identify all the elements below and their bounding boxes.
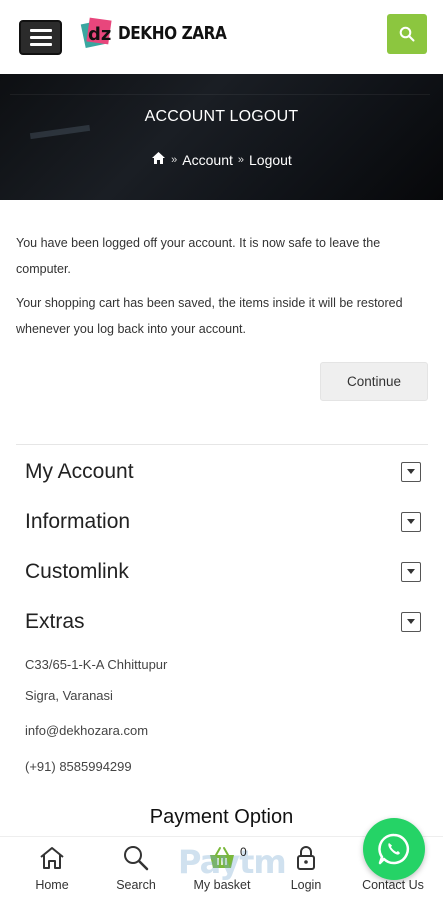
address-line: Sigra, Varanasi xyxy=(25,688,113,703)
chevron-down-icon[interactable] xyxy=(401,512,421,532)
header: dz DEKHO ZARA xyxy=(0,0,443,74)
chevron-down-icon[interactable] xyxy=(401,462,421,482)
nav-search[interactable]: Search xyxy=(101,843,171,892)
nav-label: Home xyxy=(35,878,69,892)
page-title: ACCOUNT LOGOUT xyxy=(144,108,299,125)
chevron-down-icon[interactable] xyxy=(401,562,421,582)
logo-mark-text: dz xyxy=(88,24,111,45)
cart-saved-text: Your shopping cart has been saved, the i… xyxy=(16,296,403,336)
chevron-down-icon[interactable] xyxy=(401,612,421,632)
accordion-label: Information xyxy=(25,510,131,533)
logout-text: You have been logged off your account. I… xyxy=(16,236,381,276)
email-link[interactable]: info@dekhozara.com xyxy=(25,723,148,738)
home-icon[interactable] xyxy=(151,151,166,168)
logout-message: You have been logged off your account. I… xyxy=(16,230,416,350)
breadcrumb-account[interactable]: Account xyxy=(182,152,233,168)
logo-text: DEKHO ZARA xyxy=(118,22,227,44)
accordion-extras[interactable]: Extras xyxy=(25,607,421,637)
breadcrumb: » Account » Logout xyxy=(0,151,443,168)
search-icon xyxy=(399,26,415,42)
menu-button[interactable] xyxy=(19,20,62,55)
chevron-right-icon: » xyxy=(171,153,178,166)
logo-mark-icon: dz xyxy=(80,16,114,50)
whatsapp-button[interactable] xyxy=(363,818,425,880)
accordion-information[interactable]: Information xyxy=(25,507,421,537)
accordion-label: Extras xyxy=(25,610,85,633)
search-button[interactable] xyxy=(387,14,427,54)
menu-icon-bar xyxy=(29,36,52,39)
paytm-logo: Paytm xyxy=(178,843,287,881)
accordion-my-account[interactable]: My Account xyxy=(25,457,421,487)
phone-link[interactable]: (+91) 8585994299 xyxy=(25,759,132,774)
breadcrumb-logout[interactable]: Logout xyxy=(249,152,292,168)
logo[interactable]: dz DEKHO ZARA xyxy=(80,12,246,54)
menu-icon-bar xyxy=(29,43,52,46)
nav-label: Contact Us xyxy=(362,878,424,892)
accordion-label: Customlink xyxy=(25,560,129,583)
menu-icon-bar xyxy=(29,29,52,32)
continue-button[interactable]: Continue xyxy=(320,362,428,401)
divider xyxy=(16,444,428,445)
accordion-label: My Account xyxy=(25,460,134,483)
whatsapp-icon xyxy=(378,833,410,865)
accordion-customlink[interactable]: Customlink xyxy=(25,557,421,587)
home-icon xyxy=(17,843,87,873)
page-banner: ACCOUNT LOGOUT » Account » Logout xyxy=(0,74,443,200)
chevron-right-icon: » xyxy=(237,153,244,166)
address-line: C33/65-1-K-A Chhittupur xyxy=(25,657,168,672)
nav-label: Search xyxy=(116,878,156,892)
search-icon xyxy=(101,843,171,873)
basket-count-badge: 0 xyxy=(240,845,247,859)
nav-home[interactable]: Home xyxy=(17,843,87,892)
